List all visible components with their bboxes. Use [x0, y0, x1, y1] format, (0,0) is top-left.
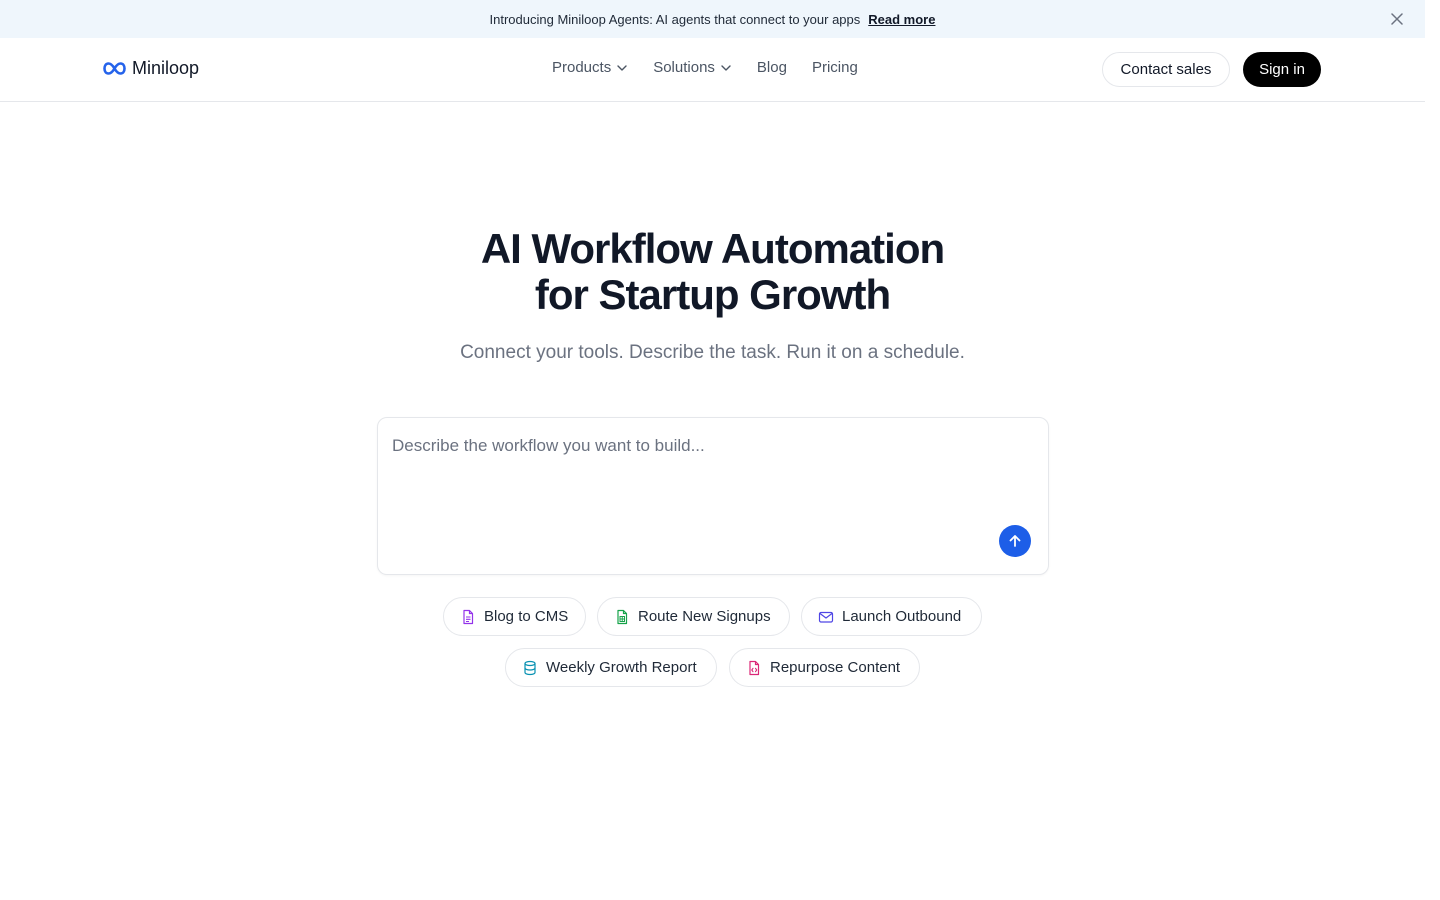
- suggestion-chip-route-new-signups[interactable]: Route New Signups: [597, 597, 790, 636]
- hero-title-line-1: AI Workflow Automation: [480, 225, 945, 272]
- announcement-bar: Introducing Miniloop Agents: AI agents t…: [0, 0, 1425, 38]
- mail-icon: [818, 609, 834, 625]
- arrow-up-icon: [1008, 534, 1022, 548]
- suggestion-label: Weekly Growth Report: [546, 659, 697, 676]
- workflow-prompt-input[interactable]: [392, 436, 992, 536]
- close-icon[interactable]: [1387, 9, 1407, 29]
- database-icon: [522, 660, 538, 676]
- brand-name: Miniloop: [132, 58, 200, 78]
- suggestion-chip-weekly-growth-report[interactable]: Weekly Growth Report: [505, 648, 717, 687]
- chevron-down-icon: [721, 64, 731, 71]
- workflow-prompt-box: [377, 417, 1049, 575]
- suggestion-chip-launch-outbound[interactable]: Launch Outbound: [801, 597, 982, 636]
- nav-item-label: Products: [552, 59, 612, 76]
- spreadsheet-icon: [614, 609, 630, 625]
- nav-item-blog[interactable]: Blog: [757, 59, 787, 76]
- nav-item-label: Blog: [756, 59, 787, 76]
- suggestion-chip-blog-to-cms[interactable]: Blog to CMS: [443, 597, 586, 636]
- code-file-icon: [746, 660, 762, 676]
- nav-menu: Products Solutions Blog Pricing: [552, 59, 858, 76]
- suggestion-chip-repurpose-content[interactable]: Repurpose Content: [729, 648, 920, 687]
- hero-title: AI Workflow Automation for Startup Growt…: [0, 226, 1425, 318]
- top-navigation: Miniloop Products Solutions Blog Pricing…: [0, 38, 1425, 102]
- hero-subtitle: Connect your tools. Describe the task. R…: [460, 342, 965, 363]
- nav-item-label: Solutions: [653, 59, 715, 76]
- send-button[interactable]: [999, 525, 1031, 557]
- announcement-text: Introducing Miniloop Agents: AI agents t…: [489, 11, 861, 27]
- document-icon: [460, 609, 476, 625]
- nav-item-label: Pricing: [811, 59, 858, 76]
- hero-title-line-2: for Startup Growth: [534, 271, 891, 318]
- sign-in-button[interactable]: Sign in: [1243, 52, 1321, 87]
- infinity-icon: [103, 62, 126, 75]
- nav-item-pricing[interactable]: Pricing: [812, 59, 858, 76]
- contact-sales-button[interactable]: Contact sales: [1102, 52, 1230, 87]
- nav-item-products[interactable]: Products: [552, 59, 627, 76]
- nav-item-solutions[interactable]: Solutions: [653, 59, 731, 76]
- suggestion-label: Repurpose Content: [770, 659, 901, 676]
- suggestion-label: Launch Outbound: [842, 608, 962, 625]
- brand-logo[interactable]: Miniloop: [103, 58, 199, 79]
- read-more-link[interactable]: Read more: [868, 12, 935, 27]
- suggestion-label: Blog to CMS: [484, 608, 569, 625]
- suggestion-label: Route New Signups: [638, 608, 771, 625]
- chevron-down-icon: [617, 64, 627, 71]
